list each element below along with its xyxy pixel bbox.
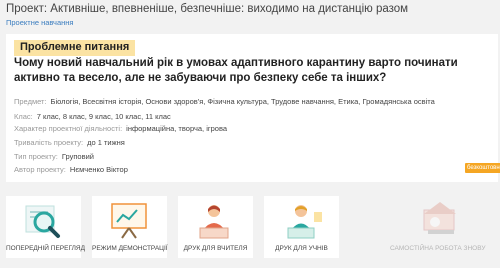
home-study-icon — [423, 202, 456, 234]
meta-key: Автор проекту: — [14, 165, 66, 174]
meta-key: Тривалість проекту: — [14, 138, 84, 147]
presentation-board-icon — [111, 203, 147, 239]
teacher-print-icon — [199, 205, 229, 239]
demo-mode-button[interactable]: РЕЖИМ ДЕМОНСТРАЦІЇ — [92, 196, 168, 258]
free-badge: безкоштовно — [465, 163, 500, 173]
project-title: Проект: Активніше, впевненіше, безпечніш… — [6, 3, 409, 15]
meta-value: 7 клас, 8 клас, 9 клас, 10 клас, 11 клас — [36, 112, 171, 121]
meta-key: Тип проекту: — [14, 152, 58, 161]
meta-duration: Тривалість проекту: до 1 тижня — [14, 138, 125, 147]
meta-subject: Предмет: Біологія, Всесвітня історія, Осн… — [14, 97, 435, 106]
students-print-button[interactable]: ДРУК ДЛЯ УЧНІВ — [264, 196, 339, 258]
meta-value: Нємченко Віктор — [69, 165, 128, 174]
students-print-label: ДРУК ДЛЯ УЧНІВ — [275, 245, 328, 252]
project-learning-link[interactable]: Проектне навчання — [6, 18, 74, 27]
self-study-button[interactable]: САМОСТІЙНА РОБОТА ЗНОВУ — [390, 196, 486, 258]
meta-value: Біологія, Всесвітня історія, Основи здор… — [50, 97, 435, 106]
preview-label: ПОПЕРЕДНІЙ ПЕРЕГЛЯД — [6, 245, 85, 252]
meta-value: Груповий — [61, 152, 94, 161]
meta-class: Клас: 7 клас, 8 клас, 9 клас, 10 клас, 11… — [14, 112, 171, 121]
action-tiles: ПОПЕРЕДНІЙ ПЕРЕГЛЯД РЕЖИМ ДЕМОНСТРАЦІЇ Д… — [0, 196, 500, 268]
meta-key: Клас: — [14, 112, 33, 121]
teacher-print-button[interactable]: ДРУК ДЛЯ ВЧИТЕЛЯ — [178, 196, 253, 258]
preview-button[interactable]: ПОПЕРЕДНІЙ ПЕРЕГЛЯД — [6, 196, 85, 258]
page-header: Проект: Активніше, впевненіше, безпечніш… — [0, 0, 500, 30]
demo-mode-label: РЕЖИМ ДЕМОНСТРАЦІЇ — [92, 245, 168, 252]
teacher-print-label: ДРУК ДЛЯ ВЧИТЕЛЯ — [183, 245, 248, 252]
students-print-icon — [287, 205, 322, 239]
meta-type: Тип проекту: Груповий — [14, 152, 94, 161]
meta-key: Характер проектної діяльності: — [14, 124, 123, 133]
meta-activity: Характер проектної діяльності: інформацій… — [14, 124, 227, 133]
meta-author: Автор проекту: Нємченко Віктор — [14, 165, 128, 174]
problem-question-badge: Проблемне питання — [14, 40, 136, 56]
problem-question: Чому новий навчальний рік в умовах адапт… — [14, 57, 458, 84]
meta-value: до 1 тижня — [87, 138, 125, 147]
magnifier-icon — [25, 205, 60, 238]
meta-value: інформаційна, творча, ігрова — [126, 124, 228, 133]
meta-key: Предмет: — [14, 97, 47, 106]
project-card: Проблемне питання Чому новий навчальний … — [6, 34, 500, 182]
self-study-label: САМОСТІЙНА РОБОТА ЗНОВУ — [390, 245, 486, 252]
